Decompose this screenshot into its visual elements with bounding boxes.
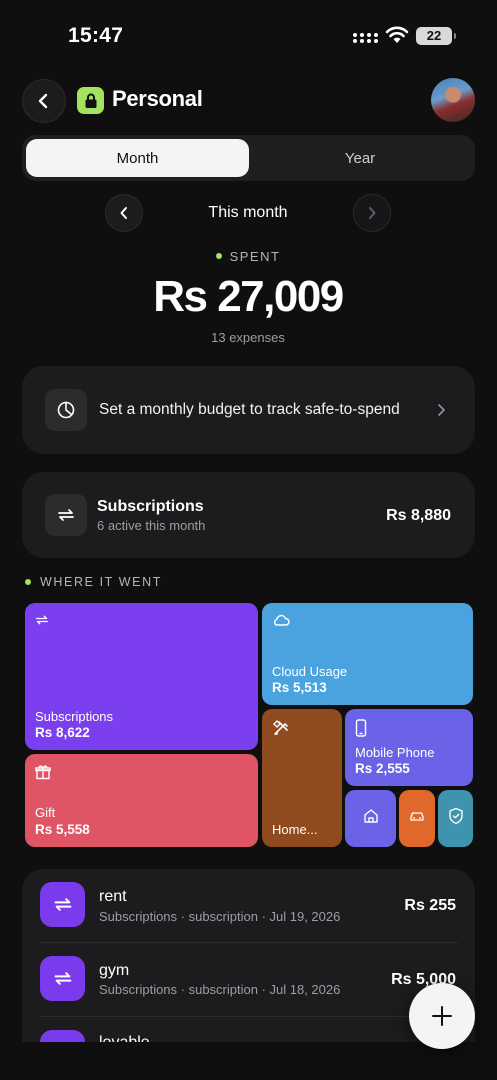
signal-dots-icon [353,33,379,43]
period-label: This month [208,204,288,221]
category-tile-gift[interactable]: Gift Rs 5,558 [25,754,258,847]
transaction-title[interactable]: gym [99,962,129,980]
category-amount: Rs 2,555 [355,761,410,776]
gift-icon [35,764,51,785]
page-title: Personal [112,86,203,111]
category-name: Gift [35,805,56,820]
category-tile-transport[interactable] [399,790,435,847]
row-divider [40,942,458,943]
wifi-icon [385,26,409,49]
category-tile-cloud-usage[interactable]: Cloud Usage Rs 5,513 [262,603,473,705]
pie-chart-icon [45,389,87,431]
tools-icon [272,719,290,742]
spent-amount: Rs 27,009 [153,272,344,321]
expense-count: 13 expenses [211,330,285,345]
section-title-text: WHERE IT WENT [40,575,162,589]
transaction-meta: Subscriptions · subscription · Jul 18, 2… [99,982,341,997]
transaction-amount: Rs 255 [404,897,456,914]
shield-icon [448,807,464,830]
row-divider [40,1016,458,1017]
spent-label-text: SPENT [229,249,281,264]
chevron-right-icon [437,403,446,422]
plus-icon [432,1006,452,1026]
lock-icon [77,87,104,114]
tab-month[interactable]: Month [26,139,249,177]
battery-indicator: 22 [416,27,456,45]
chevron-right-icon [369,207,376,219]
chevron-left-icon [38,93,48,109]
status-time: 15:47 [68,24,124,47]
bottom-mask [0,1042,497,1080]
category-amount: Rs 5,513 [272,680,327,695]
transaction-title[interactable]: rent [99,888,127,906]
subscriptions-subtitle: 6 active this month [97,518,206,533]
tab-year[interactable]: Year [249,139,471,177]
repeat-icon [35,613,49,631]
category-name: Home... [272,822,318,837]
next-period-button[interactable] [353,194,391,232]
subscriptions-title: Subscriptions [97,498,204,515]
category-amount: Rs 5,558 [35,822,90,837]
category-tile-mobile-phone[interactable]: Mobile Phone Rs 2,555 [345,709,473,786]
phone-icon [355,719,367,742]
repeat-icon [40,956,85,1001]
category-amount: Rs 8,622 [35,725,90,740]
previous-period-button[interactable] [105,194,143,232]
add-expense-button[interactable] [409,983,475,1049]
spent-label: SPENT [148,249,348,264]
category-tile-subscriptions[interactable]: Subscriptions Rs 8,622 [25,603,258,750]
home-icon [362,807,380,830]
car-icon [409,809,425,828]
subscriptions-amount: Rs 8,880 [386,507,451,524]
category-name: Mobile Phone [355,745,435,760]
status-dot-icon [25,578,31,585]
avatar[interactable] [431,78,475,122]
transaction-meta: Subscriptions · subscription · Jul 19, 2… [99,909,341,924]
repeat-icon [40,882,85,927]
category-tile-insurance[interactable] [438,790,473,847]
category-name: Subscriptions [35,709,114,724]
repeat-icon [45,494,87,536]
category-tile-home-small[interactable] [345,790,396,847]
cloud-icon [272,613,290,632]
category-tile-home[interactable]: Home... [262,709,342,847]
status-dot-icon [215,252,222,259]
category-name: Cloud Usage [272,664,348,679]
budget-prompt-text: Set a monthly budget to track safe-to-sp… [99,401,400,418]
chevron-left-icon [120,207,127,219]
back-button[interactable] [22,79,66,123]
section-title: WHERE IT WENT [25,575,162,589]
